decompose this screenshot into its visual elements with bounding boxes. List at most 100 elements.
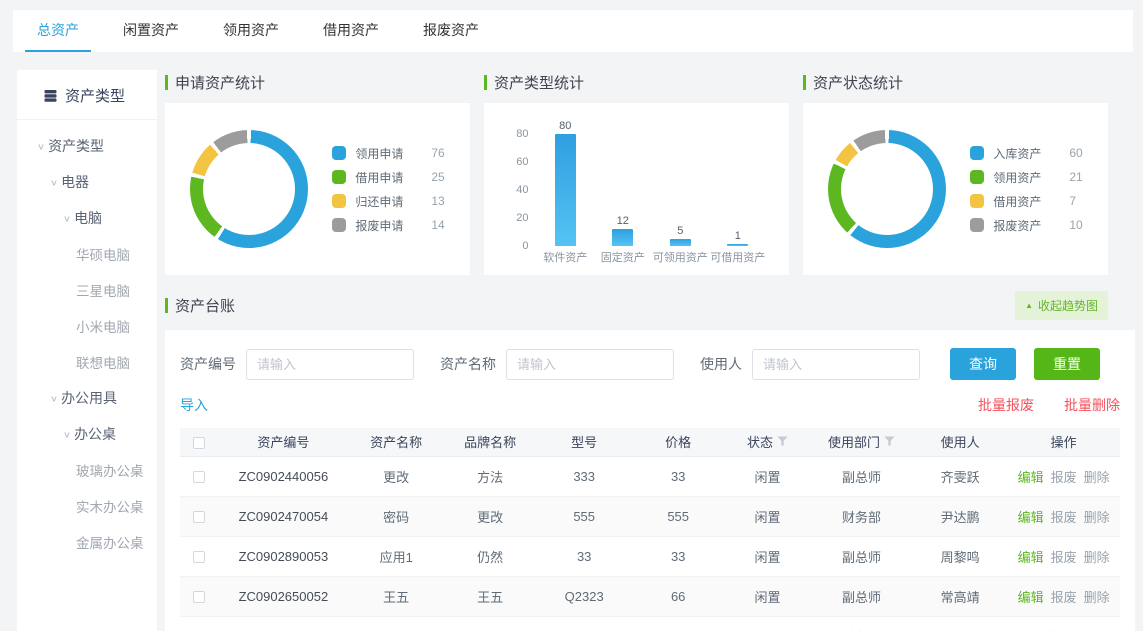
search-input-使用人[interactable] bbox=[752, 349, 920, 380]
scrap-link[interactable]: 报废 bbox=[1051, 627, 1077, 631]
column-header-content: 状态 bbox=[747, 432, 788, 451]
cell-name: GG bbox=[349, 616, 443, 631]
select-all-checkbox[interactable] bbox=[193, 437, 205, 449]
legend-value: 7 bbox=[1069, 194, 1076, 208]
tree-item-玻璃办公桌[interactable]: 玻璃办公桌 bbox=[17, 452, 157, 488]
legend-swatch bbox=[332, 194, 346, 208]
column-header-content: 使用人 bbox=[941, 432, 980, 451]
search-field-资产编号: 资产编号 bbox=[180, 349, 414, 380]
tree-item-label: 联想电脑 bbox=[76, 352, 130, 372]
cell-dept: 副总师 bbox=[810, 576, 913, 616]
delete-link[interactable]: 删除 bbox=[1084, 627, 1110, 631]
tree-item-电器[interactable]: ∨电器 bbox=[17, 164, 157, 200]
legend-label: 入库资产 bbox=[993, 145, 1053, 162]
query-button[interactable]: 查询 bbox=[950, 348, 1016, 380]
cell-dept: 副总师 bbox=[810, 456, 913, 496]
cell-name: 应用1 bbox=[349, 536, 443, 576]
batch-delete-link[interactable]: 批量删除 bbox=[1064, 395, 1120, 415]
tab-领用资产[interactable]: 领用资产 bbox=[211, 10, 291, 52]
reset-button[interactable]: 重置 bbox=[1034, 348, 1100, 380]
search-field-label: 资产名称 bbox=[440, 354, 496, 374]
filter-icon[interactable] bbox=[884, 434, 895, 449]
legend-item: 入库资产60 bbox=[970, 145, 1082, 162]
legend-label: 报废资产 bbox=[993, 217, 1053, 234]
cell-price: 66 bbox=[631, 576, 725, 616]
column-header-content: 资产编号 bbox=[257, 432, 309, 451]
tree-item-实木办公桌[interactable]: 实木办公桌 bbox=[17, 488, 157, 524]
tree-item-三星电脑[interactable]: 三星电脑 bbox=[17, 272, 157, 308]
edit-link[interactable]: 编辑 bbox=[1018, 467, 1044, 486]
tree-item-label: 电器 bbox=[61, 172, 89, 192]
column-header-content: 品牌名称 bbox=[464, 432, 516, 451]
legend-item: 领用资产21 bbox=[970, 169, 1082, 186]
legend-item: 报废资产10 bbox=[970, 217, 1082, 234]
import-link[interactable]: 导入 bbox=[180, 395, 208, 415]
delete-link[interactable]: 删除 bbox=[1084, 547, 1110, 566]
edit-link[interactable]: 编辑 bbox=[1018, 507, 1044, 526]
cell-price: 55 bbox=[631, 616, 725, 631]
tree-item-联想电脑[interactable]: 联想电脑 bbox=[17, 344, 157, 380]
bar-category-label: 可领用资产 bbox=[653, 249, 708, 265]
sidebar-header-label: 资产类型 bbox=[65, 85, 125, 106]
legend-swatch bbox=[332, 170, 346, 184]
tree-item-电脑[interactable]: ∨电脑 bbox=[17, 200, 157, 236]
tree-item-华硕电脑[interactable]: 华硕电脑 bbox=[17, 236, 157, 272]
delete-link[interactable]: 删除 bbox=[1084, 467, 1110, 486]
tab-借用资产[interactable]: 借用资产 bbox=[311, 10, 391, 52]
tab-闲置资产[interactable]: 闲置资产 bbox=[111, 10, 191, 52]
column-header-状态: 状态 bbox=[725, 428, 810, 456]
select-all-header bbox=[180, 428, 218, 456]
cell-id: ZC0902440056 bbox=[218, 456, 350, 496]
legend-item: 报废申请14 bbox=[332, 217, 444, 234]
search-input-资产编号[interactable] bbox=[246, 349, 414, 380]
cell-brand: 更改 bbox=[443, 496, 537, 536]
edit-link[interactable]: 编辑 bbox=[1018, 547, 1044, 566]
search-row: 资产编号 资产名称 使用人查询重置 bbox=[180, 348, 1120, 380]
table-row: ZC0902470054密码更改555555闲置财务部尹达鹏编辑报废删除 bbox=[180, 496, 1120, 536]
row-checkbox[interactable] bbox=[193, 471, 205, 483]
edit-link[interactable]: 编辑 bbox=[1018, 627, 1044, 631]
delete-link[interactable]: 删除 bbox=[1084, 507, 1110, 526]
tab-总资产[interactable]: 总资产 bbox=[25, 10, 91, 52]
page-layout: 资产类型 ∨资产类型∨电器∨电脑华硕电脑三星电脑小米电脑联想电脑∨办公用具∨办公… bbox=[0, 70, 1143, 631]
row-checkbox[interactable] bbox=[193, 591, 205, 603]
filter-icon[interactable] bbox=[777, 434, 788, 449]
chevron-down-icon: ∨ bbox=[63, 213, 71, 223]
row-checkbox[interactable] bbox=[193, 511, 205, 523]
tree-item-label: 华硕电脑 bbox=[76, 244, 130, 264]
cell-model: 555 bbox=[537, 496, 631, 536]
chart-type-title: 资产类型统计 bbox=[484, 72, 789, 93]
bar-group-可借用资产: 1可借用资产 bbox=[709, 230, 767, 246]
search-input-资产名称[interactable] bbox=[506, 349, 674, 380]
bar bbox=[670, 239, 691, 246]
scrap-link[interactable]: 报废 bbox=[1051, 507, 1077, 526]
tree-item-办公用具[interactable]: ∨办公用具 bbox=[17, 380, 157, 416]
legend-swatch bbox=[970, 146, 984, 160]
scrap-link[interactable]: 报废 bbox=[1051, 467, 1077, 486]
column-header-content: 操作 bbox=[1051, 432, 1077, 451]
delete-link[interactable]: 删除 bbox=[1084, 587, 1110, 606]
asset-table: 资产编号资产名称品牌名称型号价格状态使用部门使用人操作 ZC0902440056… bbox=[180, 428, 1120, 631]
scrap-link[interactable]: 报废 bbox=[1051, 587, 1077, 606]
collapse-trend-button[interactable]: ▲ 收起趋势图 bbox=[1015, 291, 1108, 320]
tree-item-办公桌[interactable]: ∨办公桌 bbox=[17, 416, 157, 452]
cell-actions: 编辑报废删除 bbox=[1007, 576, 1120, 616]
tree-item-小米电脑[interactable]: 小米电脑 bbox=[17, 308, 157, 344]
row-actions: 编辑报废删除 bbox=[1007, 467, 1120, 486]
column-header-资产编号: 资产编号 bbox=[218, 428, 350, 456]
cell-brand: 淘淘 bbox=[443, 616, 537, 631]
edit-link[interactable]: 编辑 bbox=[1018, 587, 1044, 606]
tree-item-资产类型[interactable]: ∨资产类型 bbox=[17, 128, 157, 164]
scrap-link[interactable]: 报废 bbox=[1051, 547, 1077, 566]
row-checkbox[interactable] bbox=[193, 551, 205, 563]
chart-status-stats: 资产状态统计 入库资产60领用资产21借用资产7报废资产10 bbox=[803, 70, 1108, 275]
y-axis-tick: 0 bbox=[505, 240, 529, 252]
tab-报废资产[interactable]: 报废资产 bbox=[411, 10, 491, 52]
cell-model: 333 bbox=[537, 456, 631, 496]
cell-user: 齐雯跃 bbox=[913, 456, 1007, 496]
column-header-label: 操作 bbox=[1051, 432, 1077, 451]
tree-item-金属办公桌[interactable]: 金属办公桌 bbox=[17, 524, 157, 560]
batch-scrap-link[interactable]: 批量报废 bbox=[978, 395, 1034, 415]
search-field-使用人: 使用人 bbox=[700, 349, 920, 380]
sidebar-header: 资产类型 bbox=[17, 70, 157, 120]
